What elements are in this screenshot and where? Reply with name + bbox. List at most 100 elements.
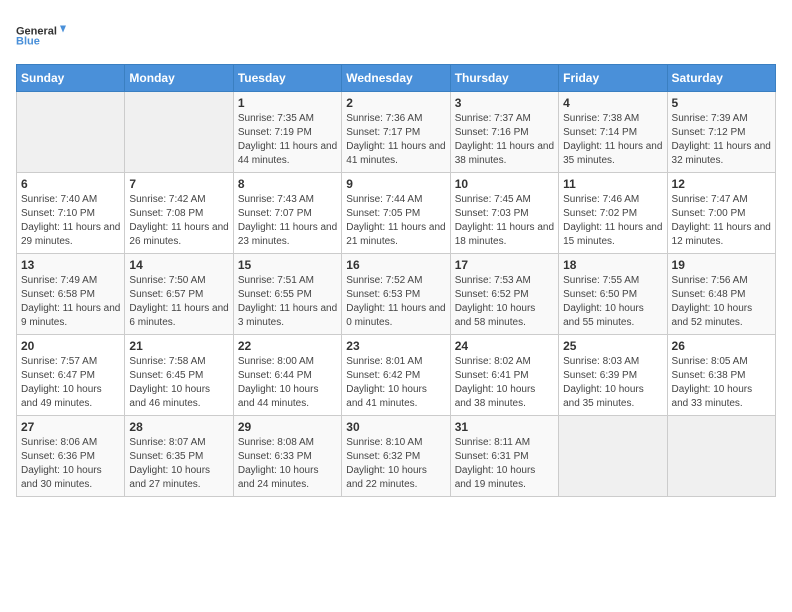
logo: General Blue	[16, 16, 66, 56]
page-header: General Blue	[16, 16, 776, 56]
day-info: Sunrise: 8:02 AMSunset: 6:41 PMDaylight:…	[455, 355, 554, 411]
calendar-cell: 12 Sunrise: 7:47 AMSunset: 7:00 PMDayligh…	[667, 173, 775, 254]
day-info: Sunrise: 8:07 AMSunset: 6:35 PMDaylight:…	[129, 436, 228, 492]
calendar-cell: 31 Sunrise: 8:11 AMSunset: 6:31 PMDayligh…	[450, 416, 558, 497]
day-number: 29	[238, 420, 337, 434]
day-number: 22	[238, 339, 337, 353]
day-number: 18	[563, 258, 662, 272]
day-info: Sunrise: 7:35 AMSunset: 7:19 PMDaylight:…	[238, 112, 337, 168]
header-wednesday: Wednesday	[342, 65, 450, 92]
day-info: Sunrise: 7:47 AMSunset: 7:00 PMDaylight:…	[672, 193, 771, 249]
calendar-cell: 1 Sunrise: 7:35 AMSunset: 7:19 PMDaylight…	[233, 92, 341, 173]
day-number: 14	[129, 258, 228, 272]
day-number: 25	[563, 339, 662, 353]
calendar-cell: 6 Sunrise: 7:40 AMSunset: 7:10 PMDaylight…	[17, 173, 125, 254]
day-number: 10	[455, 177, 554, 191]
calendar-week-row: 27 Sunrise: 8:06 AMSunset: 6:36 PMDayligh…	[17, 416, 776, 497]
day-number: 15	[238, 258, 337, 272]
header-monday: Monday	[125, 65, 233, 92]
calendar-cell: 15 Sunrise: 7:51 AMSunset: 6:55 PMDayligh…	[233, 254, 341, 335]
calendar-cell: 29 Sunrise: 8:08 AMSunset: 6:33 PMDayligh…	[233, 416, 341, 497]
day-info: Sunrise: 8:05 AMSunset: 6:38 PMDaylight:…	[672, 355, 771, 411]
calendar-table: SundayMondayTuesdayWednesdayThursdayFrid…	[16, 64, 776, 497]
calendar-week-row: 20Sunrise: 7:57 AMSunset: 6:47 PMDayligh…	[17, 335, 776, 416]
day-info: Sunrise: 7:42 AMSunset: 7:08 PMDaylight:…	[129, 193, 228, 249]
calendar-cell: 26 Sunrise: 8:05 AMSunset: 6:38 PMDayligh…	[667, 335, 775, 416]
calendar-cell: 13 Sunrise: 7:49 AMSunset: 6:58 PMDayligh…	[17, 254, 125, 335]
calendar-cell	[667, 416, 775, 497]
day-number: 28	[129, 420, 228, 434]
day-info: Sunrise: 7:55 AMSunset: 6:50 PMDaylight:…	[563, 274, 662, 330]
day-info: Sunrise: 7:56 AMSunset: 6:48 PMDaylight:…	[672, 274, 771, 330]
calendar-cell: 7 Sunrise: 7:42 AMSunset: 7:08 PMDaylight…	[125, 173, 233, 254]
logo-svg: General Blue	[16, 16, 66, 56]
day-number: 23	[346, 339, 445, 353]
calendar-cell: 28 Sunrise: 8:07 AMSunset: 6:35 PMDayligh…	[125, 416, 233, 497]
day-info: Sunrise: 7:36 AMSunset: 7:17 PMDaylight:…	[346, 112, 445, 168]
header-saturday: Saturday	[667, 65, 775, 92]
day-number: 31	[455, 420, 554, 434]
day-info: Sunrise: 7:49 AMSunset: 6:58 PMDaylight:…	[21, 274, 120, 330]
calendar-cell: 24Sunrise: 8:02 AMSunset: 6:41 PMDayligh…	[450, 335, 558, 416]
calendar-cell: 14 Sunrise: 7:50 AMSunset: 6:57 PMDayligh…	[125, 254, 233, 335]
calendar-cell: 4Sunrise: 7:38 AMSunset: 7:14 PMDaylight…	[559, 92, 667, 173]
calendar-week-row: 6 Sunrise: 7:40 AMSunset: 7:10 PMDaylight…	[17, 173, 776, 254]
day-number: 2	[346, 96, 445, 110]
calendar-header-row: SundayMondayTuesdayWednesdayThursdayFrid…	[17, 65, 776, 92]
day-number: 11	[563, 177, 662, 191]
day-info: Sunrise: 8:08 AMSunset: 6:33 PMDaylight:…	[238, 436, 337, 492]
day-info: Sunrise: 8:00 AMSunset: 6:44 PMDaylight:…	[238, 355, 337, 411]
day-number: 6	[21, 177, 120, 191]
calendar-week-row: 1 Sunrise: 7:35 AMSunset: 7:19 PMDaylight…	[17, 92, 776, 173]
day-info: Sunrise: 7:50 AMSunset: 6:57 PMDaylight:…	[129, 274, 228, 330]
header-tuesday: Tuesday	[233, 65, 341, 92]
day-number: 3	[455, 96, 554, 110]
calendar-cell: 9Sunrise: 7:44 AMSunset: 7:05 PMDaylight…	[342, 173, 450, 254]
day-number: 8	[238, 177, 337, 191]
day-info: Sunrise: 7:51 AMSunset: 6:55 PMDaylight:…	[238, 274, 337, 330]
day-info: Sunrise: 7:37 AMSunset: 7:16 PMDaylight:…	[455, 112, 554, 168]
day-info: Sunrise: 7:52 AMSunset: 6:53 PMDaylight:…	[346, 274, 445, 330]
day-info: Sunrise: 7:53 AMSunset: 6:52 PMDaylight:…	[455, 274, 554, 330]
day-number: 9	[346, 177, 445, 191]
calendar-cell: 10 Sunrise: 7:45 AMSunset: 7:03 PMDayligh…	[450, 173, 558, 254]
day-number: 27	[21, 420, 120, 434]
day-number: 12	[672, 177, 771, 191]
calendar-cell: 22 Sunrise: 8:00 AMSunset: 6:44 PMDayligh…	[233, 335, 341, 416]
day-info: Sunrise: 7:57 AMSunset: 6:47 PMDaylight:…	[21, 355, 120, 411]
calendar-cell: 23 Sunrise: 8:01 AMSunset: 6:42 PMDayligh…	[342, 335, 450, 416]
calendar-cell: 5 Sunrise: 7:39 AMSunset: 7:12 PMDaylight…	[667, 92, 775, 173]
header-thursday: Thursday	[450, 65, 558, 92]
day-number: 5	[672, 96, 771, 110]
calendar-week-row: 13 Sunrise: 7:49 AMSunset: 6:58 PMDayligh…	[17, 254, 776, 335]
calendar-cell: 11 Sunrise: 7:46 AMSunset: 7:02 PMDayligh…	[559, 173, 667, 254]
day-number: 1	[238, 96, 337, 110]
calendar-cell	[17, 92, 125, 173]
day-number: 13	[21, 258, 120, 272]
calendar-cell: 18 Sunrise: 7:55 AMSunset: 6:50 PMDayligh…	[559, 254, 667, 335]
day-info: Sunrise: 7:46 AMSunset: 7:02 PMDaylight:…	[563, 193, 662, 249]
calendar-cell	[559, 416, 667, 497]
day-info: Sunrise: 8:10 AMSunset: 6:32 PMDaylight:…	[346, 436, 445, 492]
calendar-cell: 3 Sunrise: 7:37 AMSunset: 7:16 PMDaylight…	[450, 92, 558, 173]
day-info: Sunrise: 8:11 AMSunset: 6:31 PMDaylight:…	[455, 436, 554, 492]
calendar-cell: 30Sunrise: 8:10 AMSunset: 6:32 PMDayligh…	[342, 416, 450, 497]
day-number: 7	[129, 177, 228, 191]
day-number: 16	[346, 258, 445, 272]
day-number: 4	[563, 96, 662, 110]
calendar-cell: 25 Sunrise: 8:03 AMSunset: 6:39 PMDayligh…	[559, 335, 667, 416]
day-info: Sunrise: 8:06 AMSunset: 6:36 PMDaylight:…	[21, 436, 120, 492]
day-info: Sunrise: 8:03 AMSunset: 6:39 PMDaylight:…	[563, 355, 662, 411]
calendar-cell: 21Sunrise: 7:58 AMSunset: 6:45 PMDayligh…	[125, 335, 233, 416]
day-info: Sunrise: 7:45 AMSunset: 7:03 PMDaylight:…	[455, 193, 554, 249]
calendar-cell	[125, 92, 233, 173]
header-friday: Friday	[559, 65, 667, 92]
day-number: 17	[455, 258, 554, 272]
day-info: Sunrise: 7:39 AMSunset: 7:12 PMDaylight:…	[672, 112, 771, 168]
day-info: Sunrise: 7:43 AMSunset: 7:07 PMDaylight:…	[238, 193, 337, 249]
day-info: Sunrise: 8:01 AMSunset: 6:42 PMDaylight:…	[346, 355, 445, 411]
day-info: Sunrise: 7:40 AMSunset: 7:10 PMDaylight:…	[21, 193, 120, 249]
day-number: 26	[672, 339, 771, 353]
calendar-cell: 17 Sunrise: 7:53 AMSunset: 6:52 PMDayligh…	[450, 254, 558, 335]
calendar-cell: 20Sunrise: 7:57 AMSunset: 6:47 PMDayligh…	[17, 335, 125, 416]
